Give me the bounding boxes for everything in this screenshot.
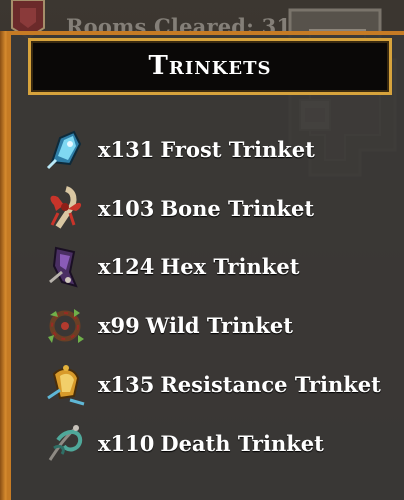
trinket-quantity: x135	[98, 372, 155, 398]
trinket-quantity: x131	[98, 136, 155, 162]
trinket-label: x131 Frost Trinket	[98, 137, 315, 162]
hex-trinket-icon	[49, 246, 78, 288]
trinket-row-frost[interactable]: x131 Frost Trinket	[40, 120, 400, 179]
trinket-quantity: x124	[98, 254, 155, 280]
trinket-quantity: x103	[98, 195, 155, 221]
resistance-trinket-icon	[47, 364, 85, 406]
trinket-label: x110 Death Trinket	[98, 431, 324, 456]
trinket-name: Death Trinket	[160, 430, 324, 456]
trinket-label: x103 Bone Trinket	[98, 196, 314, 221]
bone-trinket-icon	[50, 186, 82, 229]
trinket-row-death[interactable]: x110 Death Trinket	[40, 414, 400, 473]
trinket-list: x131 Frost Trinket x103 Bone Trinket x124 H…	[40, 120, 400, 473]
trinket-name: Resistance Trinket	[160, 372, 381, 398]
death-trinket-icon	[48, 425, 83, 462]
trinket-row-wild[interactable]: x99 Wild Trinket	[40, 296, 400, 355]
game-screen: Rooms Cleared: 31 Trinkets x131 Frost Tri…	[0, 0, 404, 500]
trinket-label: x135 Resistance Trinket	[98, 372, 381, 397]
trinket-quantity: x110	[98, 430, 155, 456]
trinket-quantity: x99	[98, 313, 140, 339]
trinket-name: Bone Trinket	[160, 195, 315, 221]
trinket-label: x99 Wild Trinket	[98, 313, 293, 338]
trinket-row-resistance[interactable]: x135 Resistance Trinket	[40, 355, 400, 414]
trinket-row-bone[interactable]: x103 Bone Trinket	[40, 179, 400, 238]
panel-title: Trinkets	[148, 50, 272, 81]
trinket-name: Wild Trinket	[145, 313, 293, 339]
trinket-name: Frost Trinket	[160, 136, 315, 162]
wild-trinket-icon	[48, 308, 84, 343]
trinket-row-hex[interactable]: x124 Hex Trinket	[40, 238, 400, 297]
panel-title-bar: Trinkets	[28, 38, 392, 95]
trinket-name: Hex Trinket	[160, 254, 300, 280]
frost-trinket-icon	[46, 131, 82, 170]
trinket-label: x124 Hex Trinket	[98, 254, 299, 279]
